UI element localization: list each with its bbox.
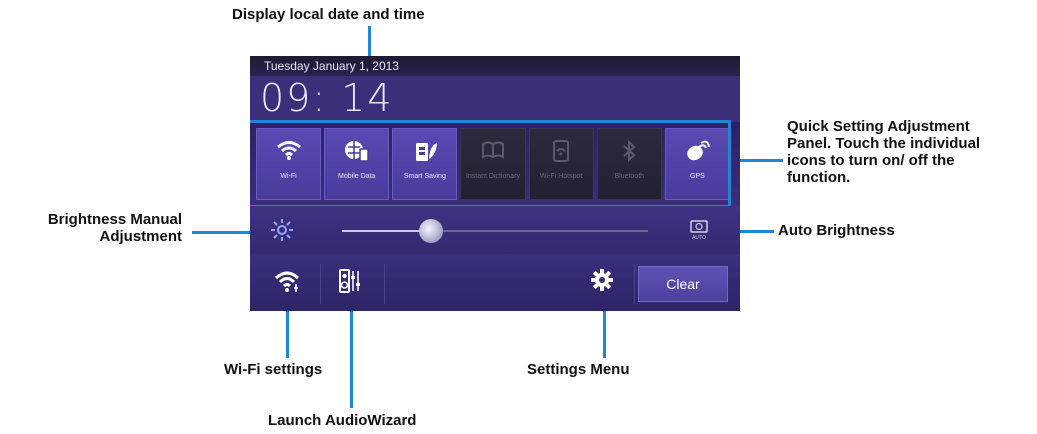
leader-quick-settings <box>733 159 783 162</box>
leader-audiowizard <box>350 296 353 408</box>
callout-settings-menu: Settings Menu <box>527 361 630 378</box>
callout-wifi-settings: Wi-Fi settings <box>224 361 323 378</box>
callout-quick-settings-line-3: icons to turn on/ off the <box>787 152 955 169</box>
bottom-action-row: Clear <box>250 256 740 311</box>
callout-quick-settings-line-4: function. <box>787 169 851 186</box>
wifi-settings-icon[interactable] <box>274 268 302 300</box>
brightness-row: AUTO <box>250 206 740 254</box>
settings-gear-icon[interactable] <box>590 268 614 298</box>
leader-brightness-manual <box>192 231 254 234</box>
date-text: Tuesday January 1, 2013 <box>264 59 399 73</box>
audiowizard-icon[interactable] <box>338 268 362 300</box>
brightness-slider-thumb[interactable] <box>418 219 443 243</box>
callout-quick-settings-line-1: Quick Setting Adjustment <box>787 118 970 135</box>
notification-panel: Tuesday January 1, 2013 09: 14 Wi-Fi Mob… <box>250 56 740 311</box>
quick-settings-highlight-frame <box>250 120 731 208</box>
brightness-slider-track[interactable] <box>342 230 648 232</box>
leader-auto-brightness <box>736 230 774 233</box>
callout-quick-settings-line-2: Panel. Touch the individual <box>787 135 981 152</box>
clock: 09: 14 <box>260 76 394 120</box>
brightness-slider-fill <box>342 230 431 232</box>
auto-brightness-label: AUTO <box>692 235 706 241</box>
date-bar: Tuesday January 1, 2013 <box>250 56 740 76</box>
divider <box>384 264 385 304</box>
brightness-icon <box>270 218 294 247</box>
callout-auto-brightness: Auto Brightness <box>778 222 895 239</box>
auto-brightness-toggle[interactable]: AUTO <box>688 218 710 241</box>
callout-brightness-line-1: Brightness Manual <box>47 211 182 228</box>
callout-brightness-manual: Brightness Manual Adjustment <box>10 211 182 245</box>
callout-audiowizard: Launch AudioWizard <box>268 412 417 429</box>
callout-datetime: Display local date and time <box>232 6 425 23</box>
divider <box>320 264 321 304</box>
divider <box>634 264 635 304</box>
callout-quick-settings: Quick Setting Adjustment Panel. Touch th… <box>787 118 980 186</box>
clear-button[interactable]: Clear <box>638 266 728 302</box>
callout-brightness-line-2: Adjustment <box>99 228 183 245</box>
